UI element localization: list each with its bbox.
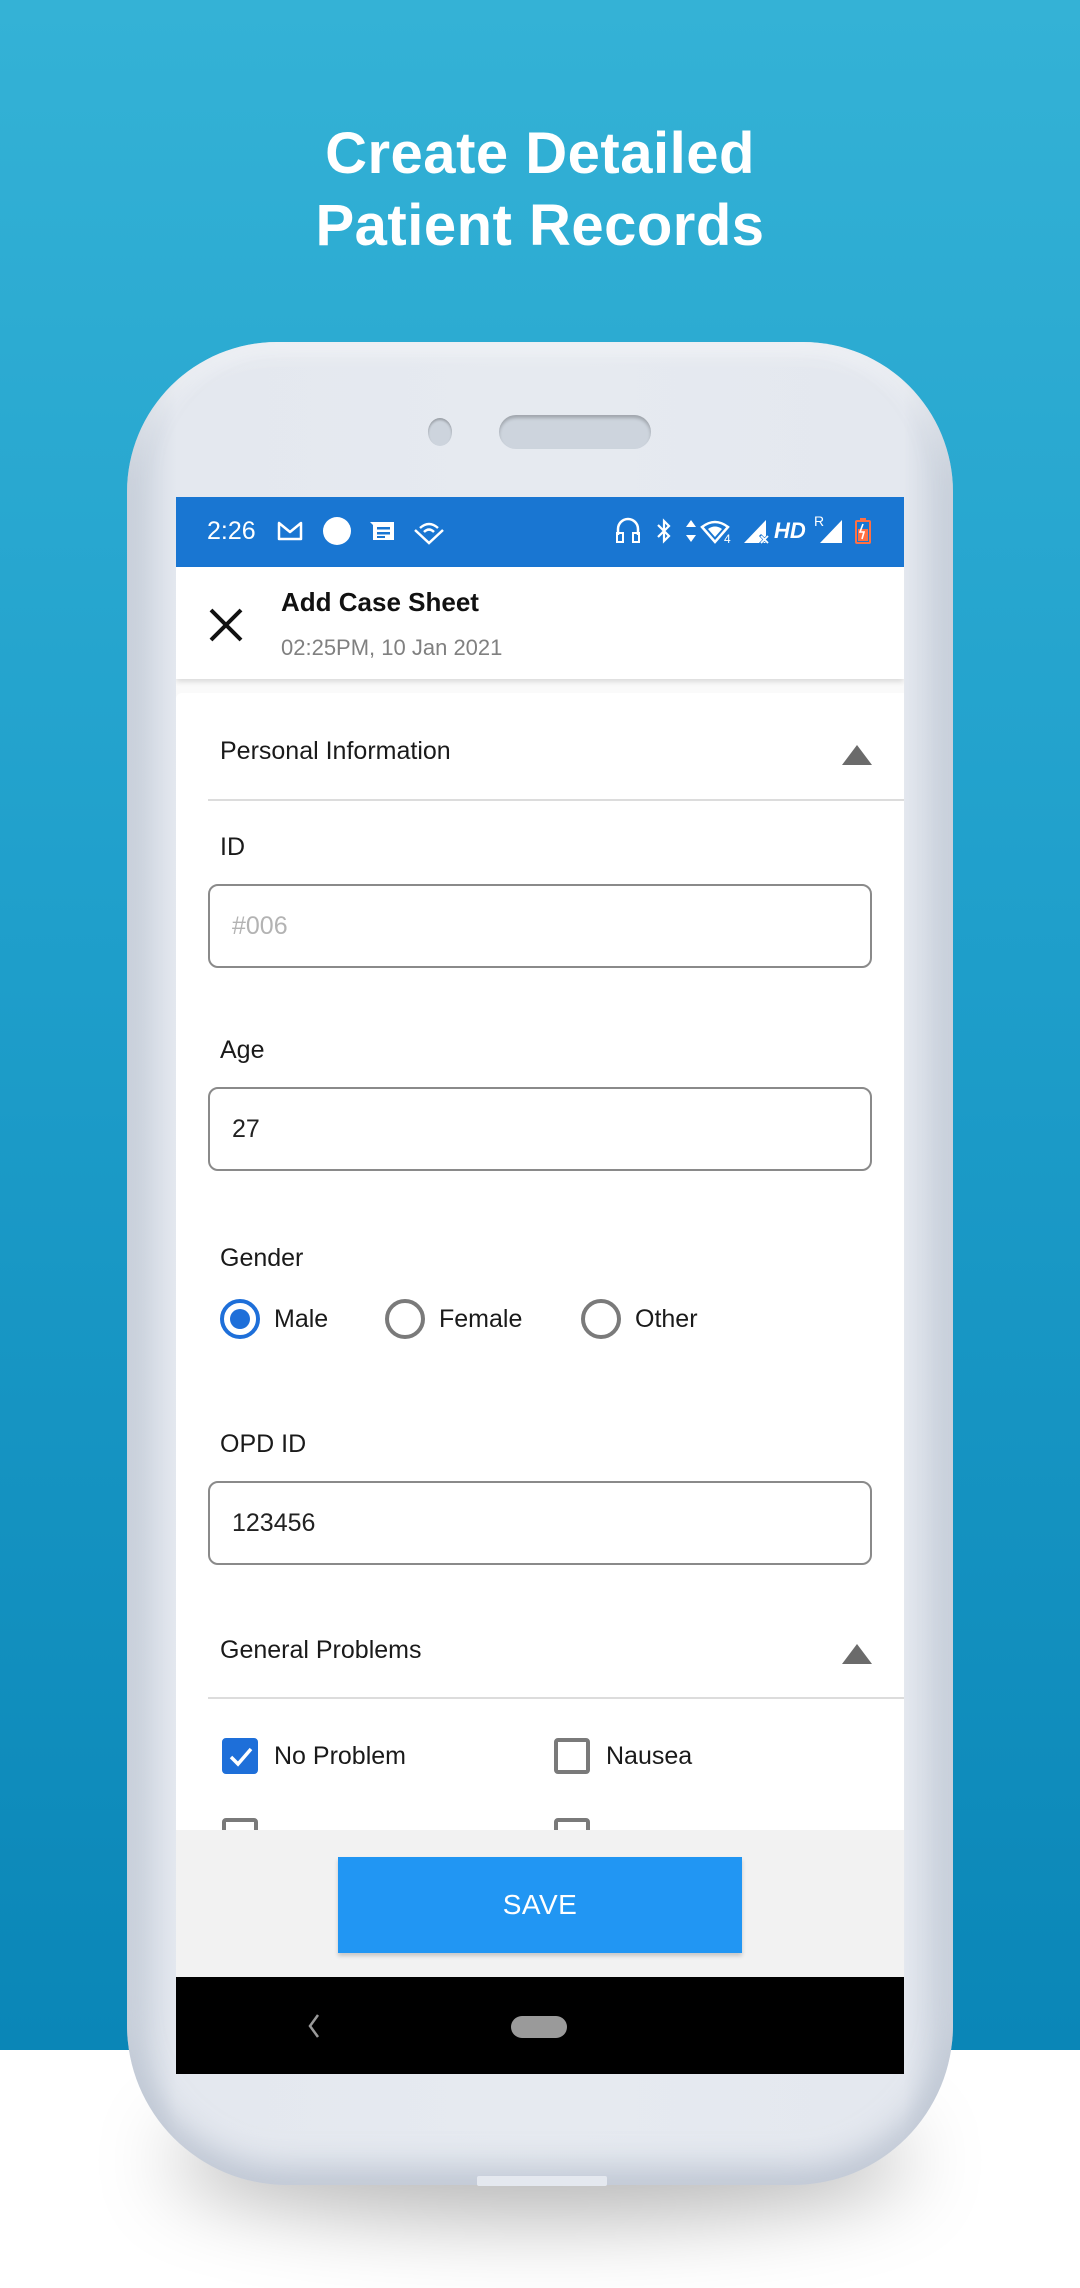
page-timestamp: 02:25PM, 10 Jan 2021 [281,635,503,660]
checkbox-label: No Problem [274,1741,406,1770]
close-button[interactable] [206,605,246,645]
charging-port [477,2176,607,2186]
collapse-arrow-icon[interactable] [842,745,872,765]
message-icon [369,515,395,547]
gender-label: Gender [220,1244,304,1272]
svg-text:4: 4 [724,532,731,546]
checkbox-no-problem[interactable]: No Problem [222,1738,406,1774]
bluetooth-icon [654,515,674,547]
close-icon [209,608,243,642]
checkbox-label: Nausea [606,1741,693,1770]
roaming-signal-icon [818,515,846,547]
checkbox-partial[interactable] [222,1818,258,1830]
checkbox-partial[interactable] [554,1818,590,1830]
app-bar: Add Case Sheet 02:25PM, 10 Jan 2021 [176,567,904,679]
gender-radio-other[interactable]: Other [581,1299,698,1339]
radio-label: Male [274,1304,329,1333]
radio-label: Female [439,1304,523,1333]
gender-radio-male[interactable]: Male [220,1299,328,1339]
checkbox-unchecked-icon [554,1738,590,1774]
battery-charging-icon [854,515,872,547]
checkbox-unchecked-icon [222,1818,258,1830]
system-nav-bar [176,1977,904,2074]
section-header-personal-information[interactable]: Personal Information [220,723,904,779]
home-button[interactable] [511,2016,567,2038]
wifi-icon: 4 [700,515,734,547]
opd-id-label: OPD ID [220,1430,307,1458]
circle-notification-icon [321,515,353,547]
hd-icon: HD [774,518,806,543]
checkbox-checked-icon [222,1738,258,1774]
id-label: ID [220,833,245,861]
back-chevron-icon [308,2014,320,2038]
section-header-general-problems[interactable]: General Problems [220,1622,904,1678]
checkbox-nausea[interactable]: Nausea [554,1738,692,1774]
bottom-action-bar: SAVE [176,1830,904,1977]
save-button[interactable]: SAVE [338,1857,742,1953]
section-title: General Problems [220,1636,422,1664]
age-input[interactable] [208,1087,872,1171]
phone-screen: 2:26 4 HD R Add Case Sheet 02:25PM, 10 J… [176,497,904,2074]
radio-selected-icon [220,1299,260,1339]
opd-id-input[interactable] [208,1481,872,1565]
section-divider [208,799,904,801]
case-sheet-form: Personal Information ID Age Gender Male … [176,693,904,1830]
back-button[interactable] [306,2011,322,2046]
airdrop-wifi-icon [412,515,446,547]
gender-radio-female[interactable]: Female [385,1299,522,1339]
earpiece-speaker [499,415,651,449]
signal-x-icon [742,515,772,547]
checkbox-unchecked-icon [554,1818,590,1830]
radio-unselected-icon [385,1299,425,1339]
headline-line-1: Create Detailed [325,121,755,186]
promo-headline: Create Detailed Patient Records [0,118,1080,262]
headline-line-2: Patient Records [315,193,765,258]
radio-unselected-icon [581,1299,621,1339]
id-input[interactable] [208,884,872,968]
data-arrows-icon [684,515,698,547]
headphones-icon [614,515,642,547]
age-label: Age [220,1036,265,1064]
status-time: 2:26 [207,517,256,545]
collapse-arrow-icon[interactable] [842,1644,872,1664]
gmail-icon [276,515,304,547]
section-title: Personal Information [220,737,451,765]
front-camera [428,418,452,446]
status-bar: 2:26 4 HD R [176,497,904,567]
section-divider [208,1697,904,1699]
radio-label: Other [635,1304,698,1333]
form-content[interactable]: Personal Information ID Age Gender Male … [176,679,904,1830]
page-title: Add Case Sheet [281,587,479,617]
